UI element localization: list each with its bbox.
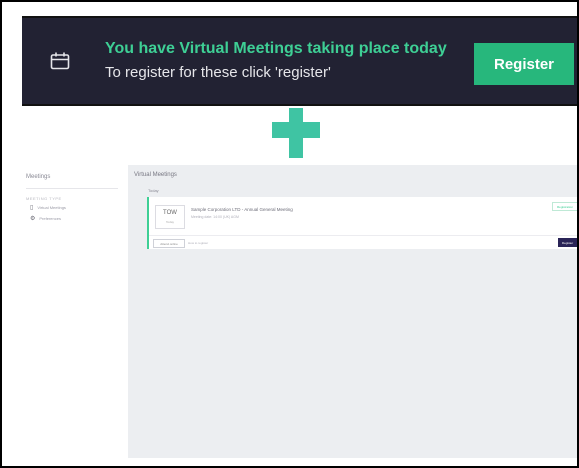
calendar-icon xyxy=(50,52,70,70)
sidebar-item-preferences[interactable]: ⚙ Preferences xyxy=(30,215,61,222)
screenshot-frame: You have Virtual Meetings taking place t… xyxy=(0,0,579,468)
page-title: Virtual Meetings xyxy=(134,172,177,178)
meeting-card[interactable] xyxy=(147,197,577,249)
meeting-meta: Meeting date: 14:00 (UK) AGM xyxy=(191,215,239,219)
meeting-date-box: TOW Today xyxy=(155,205,185,229)
card-divider xyxy=(149,235,577,236)
sidebar-title: Meetings xyxy=(26,174,51,180)
meeting-date-sub: Today xyxy=(165,220,174,224)
sidebar-section-label: MEETING TYPE xyxy=(26,196,62,201)
sidebar-divider xyxy=(26,188,118,189)
attend-online-tag[interactable]: Attend online xyxy=(153,239,185,248)
sidebar-item-label: Preferences xyxy=(39,216,61,221)
status-badge: Registration xyxy=(552,202,577,211)
banner-register-button[interactable]: Register xyxy=(474,43,574,85)
virtual-meetings-banner: You have Virtual Meetings taking place t… xyxy=(22,16,577,106)
meeting-date-day: TOW xyxy=(163,210,177,216)
banner-subtitle: To register for these click 'register' xyxy=(105,64,331,81)
sidebar-item-label: Virtual Meetings xyxy=(37,205,66,210)
meeting-register-button[interactable]: Register xyxy=(558,238,577,247)
plus-icon-horizontal xyxy=(272,122,320,138)
day-label: Today xyxy=(148,188,159,193)
meeting-name[interactable]: Sample Corporation LTD - Annual General … xyxy=(191,207,293,212)
gear-icon: ⚙ xyxy=(30,216,36,222)
banner-title: You have Virtual Meetings taking place t… xyxy=(105,40,447,57)
calendar-icon: ▯ xyxy=(30,205,34,211)
sidebar-item-virtual-meetings[interactable]: ▯ Virtual Meetings xyxy=(30,204,66,211)
help-link[interactable]: How to register xyxy=(188,241,208,245)
